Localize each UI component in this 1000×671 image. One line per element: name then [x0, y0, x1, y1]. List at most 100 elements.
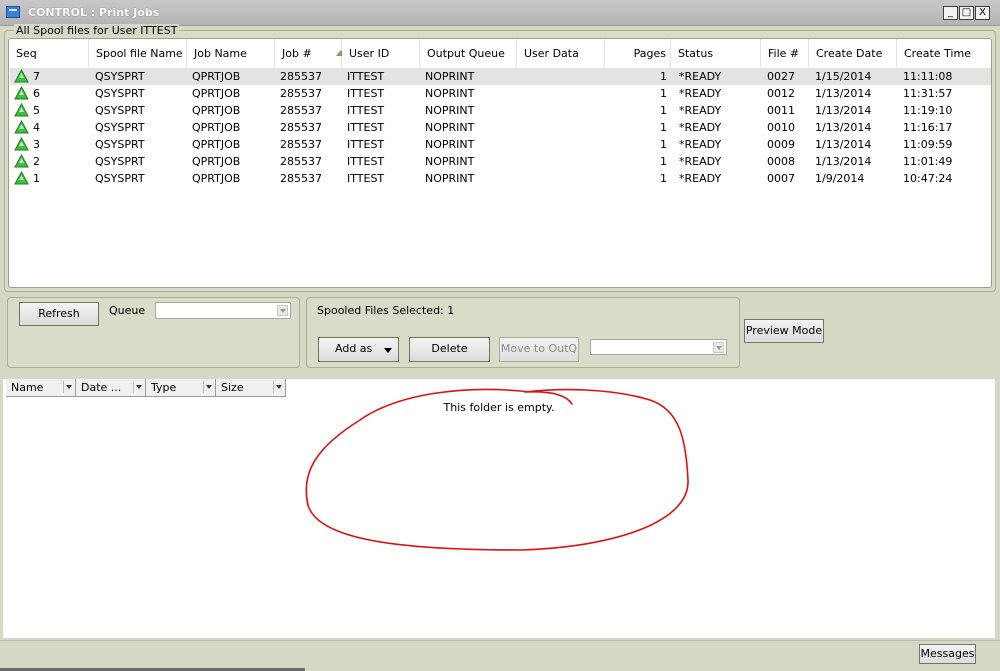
col-seq[interactable]: Seq: [9, 39, 89, 67]
pages-cell: 1: [660, 87, 667, 100]
col-job-number-label: Job #: [282, 47, 312, 60]
job-number-cell: 285537: [280, 104, 322, 117]
col-create-date[interactable]: Create Date: [809, 39, 897, 67]
create-date-cell: 1/13/2014: [815, 155, 872, 168]
refresh-button[interactable]: Refresh: [19, 302, 99, 326]
preview-mode-button[interactable]: Preview Mode: [744, 319, 824, 343]
job-name-cell: QPRTJOB: [192, 172, 241, 185]
status-cell: *READY: [679, 172, 722, 185]
spool-file-name-cell: QSYSPRT: [95, 121, 145, 134]
create-time-cell: 11:31:57: [903, 87, 953, 100]
status-cell: *READY: [679, 155, 722, 168]
minimize-button[interactable]: _: [943, 6, 958, 20]
add-as-label: Add as: [335, 342, 373, 355]
table-row[interactable]: 5 QSYSPRT QPRTJOB 285537 ITTEST NOPRINT 1 *READ…: [10, 102, 991, 119]
col-file-number[interactable]: File #: [761, 39, 809, 67]
folder-col-type[interactable]: Type: [146, 379, 216, 397]
chevron-down-icon[interactable]: [63, 381, 73, 393]
folder-col-name-label: Name: [11, 381, 44, 394]
folder-col-name[interactable]: Name: [6, 379, 76, 397]
status-bar: Messages: [0, 640, 1000, 671]
job-name-cell: QPRTJOB: [192, 104, 241, 117]
job-name-cell: QPRTJOB: [192, 70, 241, 83]
user-id-cell: ITTEST: [347, 121, 385, 134]
create-time-cell: 11:01:49: [903, 155, 953, 168]
folder-col-size[interactable]: Size: [216, 379, 286, 397]
spool-file-name-cell: QSYSPRT: [95, 104, 145, 117]
col-user-data[interactable]: User Data: [517, 39, 605, 67]
create-date-cell: 1/13/2014: [815, 121, 872, 134]
folder-col-type-label: Type: [151, 381, 177, 394]
chevron-down-icon[interactable]: [277, 305, 288, 316]
job-number-cell: 285537: [280, 87, 322, 100]
job-name-cell: QPRTJOB: [192, 121, 241, 134]
table-row[interactable]: 1 QSYSPRT QPRTJOB 285537 ITTEST NOPRINT 1 *READ…: [10, 170, 991, 187]
job-number-cell: 285537: [280, 121, 322, 134]
chevron-down-icon[interactable]: [203, 381, 213, 393]
ready-status-icon: [14, 137, 29, 151]
ready-status-icon: [14, 154, 29, 168]
output-queue-cell: NOPRINT: [425, 138, 475, 151]
col-pages[interactable]: Pages: [605, 39, 671, 67]
job-number-cell: 285537: [280, 138, 322, 151]
folder-col-date[interactable]: Date ...: [76, 379, 146, 397]
job-number-cell: 285537: [280, 70, 322, 83]
output-queue-cell: NOPRINT: [425, 104, 475, 117]
ready-status-icon: [14, 103, 29, 117]
chevron-down-icon[interactable]: [713, 342, 724, 353]
outq-dropdown[interactable]: [590, 339, 727, 355]
create-time-cell: 11:19:10: [903, 104, 953, 117]
caret-down-icon: [384, 348, 392, 353]
chevron-down-icon[interactable]: [273, 381, 283, 393]
job-number-cell: 285537: [280, 155, 322, 168]
messages-button[interactable]: Messages: [919, 644, 976, 664]
move-to-outq-button[interactable]: Move to OutQ: [499, 337, 579, 362]
seq-cell: 5: [33, 104, 40, 117]
folder-view[interactable]: Name Date ... Type Size This folder is e…: [3, 378, 995, 638]
spool-file-name-cell: QSYSPRT: [95, 70, 145, 83]
queue-label: Queue: [109, 304, 146, 317]
delete-button[interactable]: Delete: [409, 337, 490, 362]
table-row[interactable]: 3 QSYSPRT QPRTJOB 285537 ITTEST NOPRINT 1 *READ…: [10, 136, 991, 153]
create-date-cell: 1/13/2014: [815, 104, 872, 117]
ready-status-icon: [14, 86, 29, 100]
spool-file-list[interactable]: Seq Spool file Name Job Name Job # User …: [8, 38, 992, 288]
queue-dropdown[interactable]: [155, 302, 291, 319]
table-row[interactable]: 7 QSYSPRT QPRTJOB 285537 ITTEST NOPRINT 1 *READ…: [10, 68, 991, 85]
file-number-cell: 0010: [767, 121, 795, 134]
maximize-button[interactable]: □: [959, 6, 974, 20]
seq-cell: 2: [33, 155, 40, 168]
table-row[interactable]: 4 QSYSPRT QPRTJOB 285537 ITTEST NOPRINT 1 *READ…: [10, 119, 991, 136]
seq-cell: 1: [33, 172, 40, 185]
table-row[interactable]: 6 QSYSPRT QPRTJOB 285537 ITTEST NOPRINT 1 *READ…: [10, 85, 991, 102]
pages-cell: 1: [660, 138, 667, 151]
output-queue-cell: NOPRINT: [425, 172, 475, 185]
create-date-cell: 1/9/2014: [815, 172, 865, 185]
close-button[interactable]: X: [975, 6, 990, 20]
job-name-cell: QPRTJOB: [192, 87, 241, 100]
col-job-name[interactable]: Job Name: [187, 39, 275, 67]
status-cell: *READY: [679, 138, 722, 151]
job-name-cell: QPRTJOB: [192, 155, 241, 168]
user-id-cell: ITTEST: [347, 87, 385, 100]
seq-cell: 3: [33, 138, 40, 151]
add-as-button[interactable]: Add as: [318, 337, 399, 362]
col-spool-file-name[interactable]: Spool file Name: [89, 39, 187, 67]
user-id-cell: ITTEST: [347, 104, 385, 117]
file-number-cell: 0007: [767, 172, 795, 185]
status-cell: *READY: [679, 104, 722, 117]
col-create-time[interactable]: Create Time: [897, 39, 991, 67]
ready-status-icon: [14, 69, 29, 83]
col-status[interactable]: Status: [671, 39, 761, 67]
status-cell: *READY: [679, 87, 722, 100]
spooled-files-selected: Spooled Files Selected: 1: [317, 304, 455, 317]
table-row[interactable]: 2 QSYSPRT QPRTJOB 285537 ITTEST NOPRINT 1 *READ…: [10, 153, 991, 170]
col-output-queue[interactable]: Output Queue: [420, 39, 517, 67]
create-time-cell: 11:09:59: [903, 138, 953, 151]
pages-cell: 1: [660, 70, 667, 83]
chevron-down-icon[interactable]: [133, 381, 143, 393]
title-bar: CONTROL : Print Jobs _ □ X: [0, 0, 1000, 26]
user-id-cell: ITTEST: [347, 70, 385, 83]
col-job-number[interactable]: Job #: [275, 39, 342, 67]
col-user-id[interactable]: User ID: [342, 39, 420, 67]
